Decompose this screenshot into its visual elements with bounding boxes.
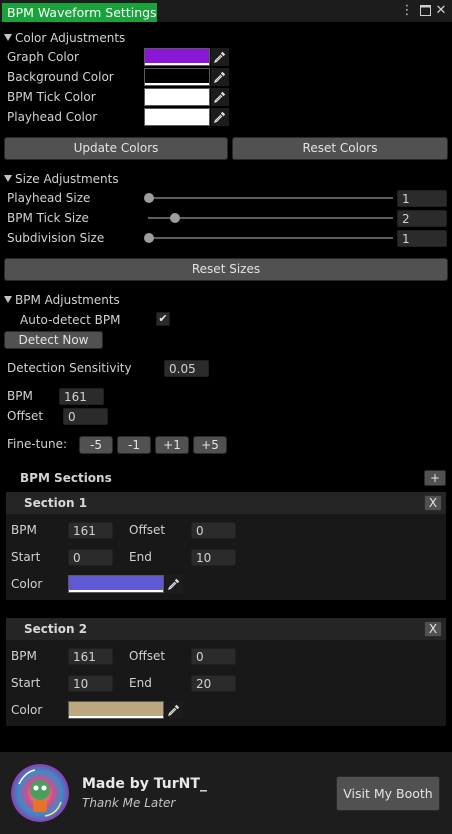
section-start-label: Start: [11, 676, 41, 690]
playhead-color-label: Playhead Color: [7, 110, 98, 124]
color-adjustments-foldout[interactable]: Color Adjustments: [4, 31, 125, 45]
eyedropper-icon[interactable]: [211, 48, 229, 66]
detection-sensitivity-label: Detection Sensitivity: [7, 361, 132, 375]
section-bpm-label: BPM: [11, 523, 37, 537]
graph-color-swatch[interactable]: [144, 48, 210, 66]
section-header: Section 1 X: [6, 492, 446, 514]
bpm-field[interactable]: 161: [59, 388, 104, 405]
bpm-adjustments-foldout[interactable]: BPM Adjustments: [4, 293, 120, 307]
subdivision-size-slider-track[interactable]: [148, 237, 393, 239]
bpm-tick-size-slider-track[interactable]: [148, 217, 393, 219]
size-adjustments-foldout[interactable]: Size Adjustments: [4, 172, 119, 186]
update-colors-button[interactable]: Update Colors: [4, 137, 228, 160]
section-end-field[interactable]: 10: [191, 549, 236, 566]
close-icon[interactable]: ✕: [434, 3, 448, 19]
fine-tune-plus1-button[interactable]: +1: [155, 436, 189, 454]
background-color-label: Background Color: [7, 70, 114, 84]
foldout-arrow-icon: [4, 175, 12, 182]
section-color-label: Color: [11, 577, 43, 591]
playhead-size-label: Playhead Size: [7, 191, 91, 205]
foldout-arrow-icon: [4, 296, 12, 303]
swatch-alpha-bar: [145, 63, 209, 65]
maximize-icon[interactable]: [418, 3, 432, 21]
fine-tune-label: Fine-tune:: [7, 437, 68, 451]
bpm-tick-color-label: BPM Tick Color: [7, 90, 96, 104]
subdivision-size-slider-handle[interactable]: [144, 233, 154, 243]
bpm-tick-color-swatch[interactable]: [144, 88, 210, 106]
playhead-color-swatch[interactable]: [144, 108, 210, 126]
author-avatar: [11, 764, 69, 822]
section-offset-label: Offset: [129, 523, 166, 537]
section-card-2: Section 2 X BPM 161 Offset 0 Start 10 En…: [6, 618, 446, 726]
foldout-title: Color Adjustments: [15, 31, 126, 45]
section-color-label: Color: [11, 703, 43, 717]
section-color-swatch[interactable]: [68, 701, 164, 719]
subdivision-size-field[interactable]: 1: [397, 230, 447, 247]
swatch-alpha-bar: [145, 103, 209, 105]
credits-footer: Made by TurNT_ Thank Me Later Visit My B…: [0, 752, 452, 834]
author-tagline: Thank Me Later: [82, 796, 176, 810]
fine-tune-minus1-button[interactable]: -1: [117, 436, 151, 454]
visit-booth-button[interactable]: Visit My Booth: [336, 776, 440, 811]
section-bpm-field[interactable]: 161: [68, 648, 113, 665]
section-start-label: Start: [11, 550, 41, 564]
eyedropper-icon[interactable]: [165, 701, 183, 719]
foldout-title: Size Adjustments: [15, 172, 119, 186]
section-title: Section 1: [24, 496, 88, 510]
section-offset-field[interactable]: 0: [191, 522, 236, 539]
bpm-label: BPM: [7, 389, 33, 403]
section-title: Section 2: [24, 622, 88, 636]
playhead-size-field[interactable]: 1: [397, 190, 447, 207]
foldout-arrow-icon: [4, 34, 12, 41]
checkmark-icon: ✔: [158, 312, 168, 325]
detection-sensitivity-field[interactable]: 0.05: [164, 360, 209, 377]
playhead-size-slider-handle[interactable]: [144, 193, 154, 203]
eyedropper-icon[interactable]: [211, 108, 229, 126]
swatch-alpha-bar: [69, 716, 163, 718]
auto-detect-bpm-checkbox[interactable]: ✔: [156, 312, 170, 326]
background-color-swatch[interactable]: [144, 68, 210, 86]
section-bpm-label: BPM: [11, 649, 37, 663]
playhead-size-slider-track[interactable]: [148, 197, 393, 199]
section-end-label: End: [129, 676, 152, 690]
eyedropper-icon[interactable]: [211, 88, 229, 106]
auto-detect-bpm-label: Auto-detect BPM: [20, 313, 121, 327]
reset-colors-button[interactable]: Reset Colors: [232, 137, 448, 160]
section-bpm-field[interactable]: 161: [68, 522, 113, 539]
offset-label: Offset: [7, 409, 44, 423]
section-card-1: Section 1 X BPM 161 Offset 0 Start 0 End…: [6, 492, 446, 600]
bpm-tick-size-label: BPM Tick Size: [7, 211, 89, 225]
bpm-tick-size-slider-handle[interactable]: [169, 213, 180, 223]
author-credit: Made by TurNT_: [82, 776, 207, 792]
swatch-alpha-bar: [145, 83, 209, 85]
section-end-field[interactable]: 20: [191, 675, 236, 692]
fine-tune-plus5-button[interactable]: +5: [193, 436, 227, 454]
swatch-alpha-bar: [69, 590, 163, 592]
bpm-tick-size-field[interactable]: 2: [397, 210, 447, 227]
swatch-alpha-bar: [145, 123, 209, 125]
window-tab[interactable]: BPM Waveform Settings: [2, 3, 157, 22]
section-start-field[interactable]: 10: [68, 675, 113, 692]
fine-tune-minus5-button[interactable]: -5: [79, 436, 113, 454]
section-offset-label: Offset: [129, 649, 166, 663]
graph-color-label: Graph Color: [7, 50, 79, 64]
subdivision-size-label: Subdivision Size: [7, 231, 105, 245]
eyedropper-icon[interactable]: [211, 68, 229, 86]
section-end-label: End: [129, 550, 152, 564]
eyedropper-icon[interactable]: [165, 575, 183, 593]
remove-section-button[interactable]: X: [424, 495, 442, 511]
window-titlebar: BPM Waveform Settings ⋮ ✕: [0, 0, 452, 22]
kebab-menu-icon[interactable]: ⋮: [400, 3, 414, 19]
remove-section-button[interactable]: X: [424, 621, 442, 637]
foldout-title: BPM Adjustments: [15, 293, 120, 307]
reset-sizes-button[interactable]: Reset Sizes: [4, 258, 448, 281]
section-start-field[interactable]: 0: [68, 549, 113, 566]
section-color-swatch[interactable]: [68, 575, 164, 593]
add-section-button[interactable]: +: [424, 470, 446, 486]
bpm-sections-title: BPM Sections: [20, 471, 112, 485]
detect-now-button[interactable]: Detect Now: [4, 331, 103, 349]
offset-field[interactable]: 0: [63, 408, 108, 425]
section-offset-field[interactable]: 0: [191, 648, 236, 665]
section-header: Section 2 X: [6, 618, 446, 640]
